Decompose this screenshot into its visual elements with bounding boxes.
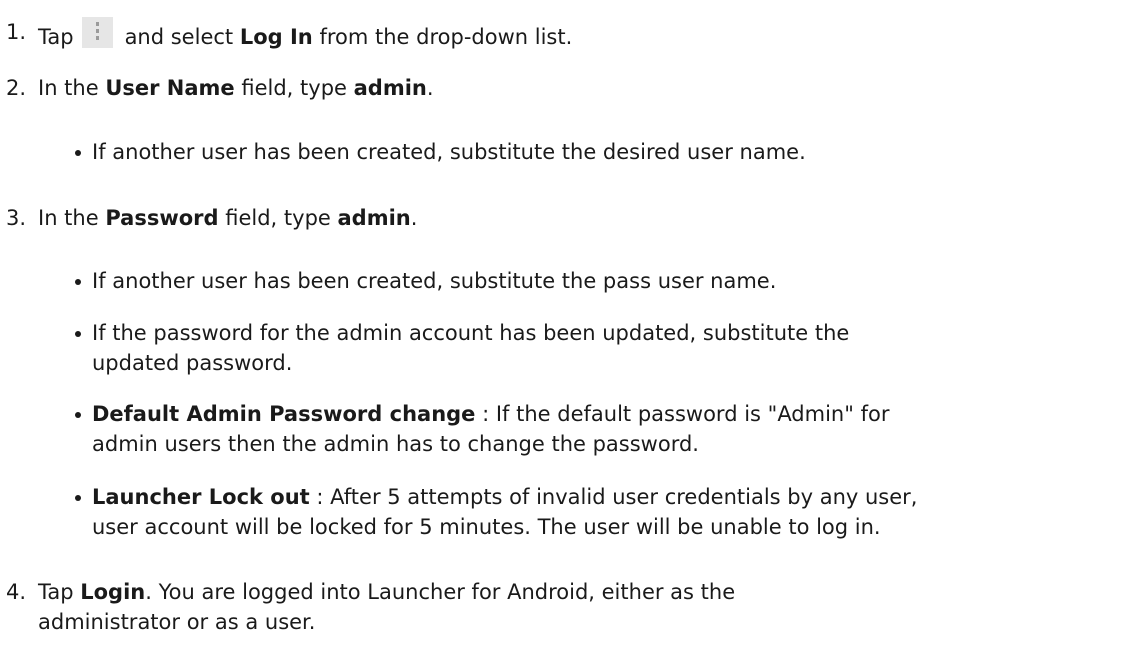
bullet-text-line: admin users then the admin has to change… <box>92 432 699 456</box>
overflow-menu-icon <box>81 17 113 48</box>
bullet-text: Default Admin Password change : If the d… <box>92 399 1110 459</box>
step-text: Tap Login. You are logged into Launcher … <box>38 577 1130 637</box>
step-text-segment: field, type <box>225 206 331 230</box>
field-name-password: Password <box>105 206 219 230</box>
button-name-login: Login <box>80 580 146 604</box>
bullet-text: If another user has been created, substi… <box>92 140 806 164</box>
step-text: Tap and select Log In from the drop-down … <box>38 17 1130 52</box>
value-admin: admin <box>353 76 427 100</box>
step-text-segment: . You are logged into Launcher for Andro… <box>145 580 736 604</box>
step-number: 3. <box>6 206 27 230</box>
menu-option-log-in: Log In <box>239 25 313 49</box>
step-text-segment: Tap <box>38 25 74 49</box>
bullet-dot <box>75 495 81 501</box>
bullet-text-line: : After 5 attempts of invalid user crede… <box>309 485 918 509</box>
bullet-dot <box>75 279 81 285</box>
step-text: In the Password field, type admin. <box>38 203 1130 233</box>
bullet-dot <box>75 150 81 156</box>
bullet-text: If the password for the admin account ha… <box>92 318 1110 378</box>
bullet-text: If another user has been created, substi… <box>92 269 777 293</box>
step-text: In the User Name field, type admin. <box>38 73 1130 103</box>
field-name-user-name: User Name <box>105 76 235 100</box>
bullet-text-line: If the password for the admin account ha… <box>92 321 850 345</box>
step-number: 2. <box>6 76 27 100</box>
bullet-dot <box>75 331 81 337</box>
step-text-segment: Tap <box>38 580 74 604</box>
step-number: 1. <box>6 20 27 44</box>
bullet-text-line: user account will be locked for 5 minute… <box>92 515 881 539</box>
bullet-dot <box>75 412 81 418</box>
bullet-text-line: : If the default password is "Admin" for <box>475 402 890 426</box>
step-text-segment: . <box>426 76 434 100</box>
bullet-heading: Launcher Lock out <box>92 485 310 509</box>
bullet-heading: Default Admin Password change <box>92 402 476 426</box>
step-number: 4. <box>6 580 27 604</box>
document-body: 1. Tap and select Log In from the drop-do… <box>0 0 1147 660</box>
step-text-segment: and select <box>124 25 234 49</box>
value-admin: admin <box>337 206 411 230</box>
bullet-text-line: updated password. <box>92 351 293 375</box>
bullet-text: Launcher Lock out : After 5 attempts of … <box>92 482 1110 542</box>
step-text-segment: administrator or as a user. <box>38 610 316 634</box>
step-text-segment: In the <box>38 206 99 230</box>
step-text-segment: . <box>410 206 418 230</box>
step-text-segment: from the drop-down list. <box>319 25 573 49</box>
step-text-segment: field, type <box>241 76 347 100</box>
step-text-segment: In the <box>38 76 99 100</box>
